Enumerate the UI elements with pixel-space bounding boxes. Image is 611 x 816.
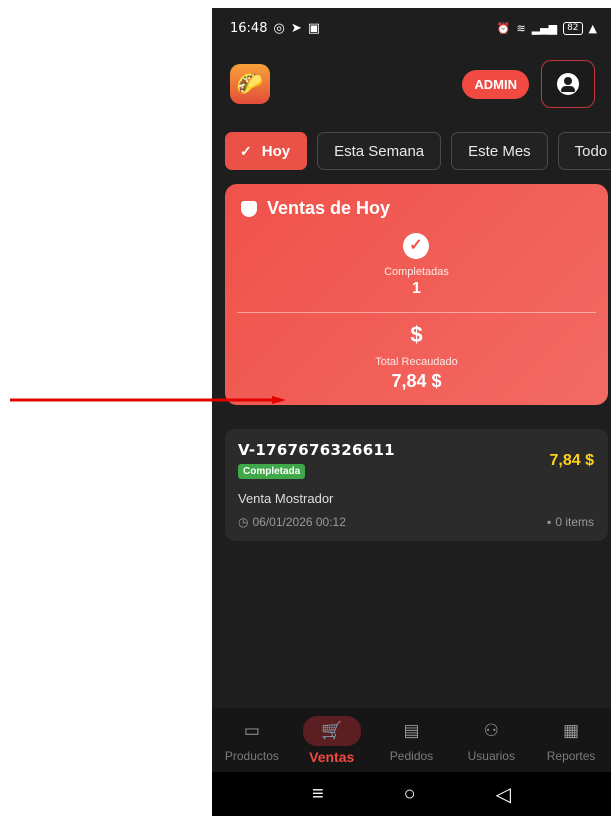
system-navigation: ≡ ○ ◁ xyxy=(212,772,611,816)
dollar-icon: $ xyxy=(410,322,423,347)
filter-label: Hoy xyxy=(261,142,291,160)
home-icon[interactable]: ○ xyxy=(404,783,416,806)
check-icon: ✓ xyxy=(240,142,252,159)
divider xyxy=(237,312,596,313)
status-time: 16:48 xyxy=(230,20,268,36)
nav-label: Usuarios xyxy=(467,749,515,763)
telegram-icon: ➤ xyxy=(290,20,302,36)
nav-usuarios[interactable]: ⚇ Usuarios xyxy=(451,716,531,763)
filter-today[interactable]: ✓ Hoy xyxy=(225,132,308,170)
battery-indicator: 82 xyxy=(563,21,583,35)
clock-icon: ◷ xyxy=(238,515,249,529)
nav-label: Reportes xyxy=(546,749,596,763)
users-icon: ⚇ xyxy=(483,721,499,740)
app-header: 🌮 ADMIN xyxy=(212,48,611,120)
account-icon xyxy=(557,73,579,95)
report-icon: ▦ xyxy=(563,721,580,740)
whatsapp-icon: ◎ xyxy=(273,20,285,36)
youtube-icon: ▣ xyxy=(307,20,321,36)
filter-all[interactable]: Todo xyxy=(557,132,611,170)
archive-icon: ▭ xyxy=(243,721,260,740)
completed-value: 1 xyxy=(412,280,421,297)
total-value: 7,84 $ xyxy=(391,371,442,391)
total-label: Total Recaudado xyxy=(375,356,458,368)
summary-title: Ventas de Hoy xyxy=(267,198,391,218)
receipt-icon: ▤ xyxy=(403,721,420,740)
filter-label: Todo xyxy=(574,142,608,160)
sale-card[interactable]: V-1767676326611 7,84 $ Completada Venta … xyxy=(225,429,608,541)
sale-date: 06/01/2026 00:12 xyxy=(252,515,346,529)
signal-icon: ▂▄▆ xyxy=(531,21,558,35)
status-bar: 16:48 ◎ ➤ ▣ ⏰ ≋ ▂▄▆ 82 ▲ xyxy=(212,8,611,48)
nav-reportes[interactable]: ▦ Reportes xyxy=(531,716,611,763)
menu-icon[interactable]: ≡ xyxy=(312,783,324,806)
admin-badge: ADMIN xyxy=(462,69,529,99)
nav-pedidos[interactable]: ▤ Pedidos xyxy=(372,716,452,763)
sale-amount: 7,84 $ xyxy=(549,452,594,469)
nav-label: Productos xyxy=(224,749,279,763)
nav-ventas[interactable]: 🛒 Ventas xyxy=(292,716,372,765)
alarm-icon: ⏰ xyxy=(496,21,511,35)
sale-items: 0 items xyxy=(555,515,594,529)
nav-label: Pedidos xyxy=(389,749,434,763)
status-badge: Completada xyxy=(238,464,306,479)
app-logo: 🌮 xyxy=(230,64,270,104)
annotation-arrow xyxy=(10,396,286,404)
nav-label: Ventas xyxy=(309,749,355,765)
nav-productos[interactable]: ▭ Productos xyxy=(212,716,292,763)
check-circle-icon: ✓ xyxy=(403,233,429,259)
completed-label: Completadas xyxy=(384,266,449,278)
filter-month[interactable]: Este Mes xyxy=(451,132,548,170)
cart-icon: 🛒 xyxy=(302,716,361,746)
back-icon[interactable]: ◁ xyxy=(496,782,511,807)
filter-label: Esta Semana xyxy=(334,142,425,160)
phone-screen: 16:48 ◎ ➤ ▣ ⏰ ≋ ▂▄▆ 82 ▲ 🌮 ADMIN ✓ Hoy E… xyxy=(212,8,611,816)
bag-icon: ▪ xyxy=(547,515,552,529)
warning-icon: ▲ xyxy=(588,21,597,35)
sales-summary-card: Ventas de Hoy ✓ Completadas 1 $ Total Re… xyxy=(225,184,608,405)
filter-week[interactable]: Esta Semana xyxy=(317,132,442,170)
filter-label: Este Mes xyxy=(468,142,531,160)
wifi-icon: ≋ xyxy=(516,21,526,35)
sale-description: Venta Mostrador xyxy=(238,491,334,506)
account-button[interactable] xyxy=(541,60,595,108)
date-filter-bar: ✓ Hoy Esta Semana Este Mes Todo xyxy=(225,132,611,170)
shield-icon xyxy=(241,200,257,217)
bottom-navigation: ▭ Productos 🛒 Ventas ▤ Pedidos ⚇ Usuario… xyxy=(212,708,611,772)
sale-id: V-1767676326611 xyxy=(238,441,395,459)
